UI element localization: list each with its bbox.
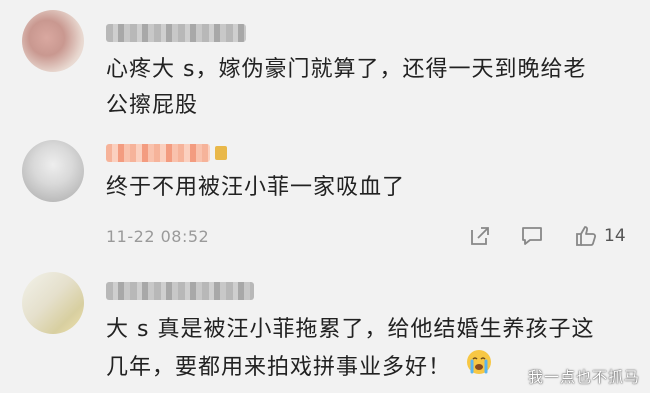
username[interactable]: ████████ <box>106 144 210 162</box>
comment-icon <box>522 227 542 245</box>
share-icon <box>471 227 489 245</box>
vip-badge-icon <box>215 146 227 160</box>
comment-text: 心疼大 s，嫁伪豪门就算了，还得一天到晚给老 公擦屁股 <box>106 52 636 124</box>
comment-item: ████████ 终于不用被汪小菲一家吸血了 11-22 08:52 14 <box>0 130 650 260</box>
comment-text-line: 心疼大 s，嫁伪豪门就算了，还得一天到晚给老 <box>106 57 587 82</box>
like-count: 14 <box>604 226 626 246</box>
crying-face-icon <box>465 348 493 388</box>
comment-text-line: 公擦屁股 <box>106 93 199 118</box>
comment-button[interactable] <box>520 225 544 247</box>
avatar[interactable] <box>22 272 84 334</box>
like-icon <box>576 226 597 246</box>
comment-text: 终于不用被汪小菲一家吸血了 <box>106 175 406 200</box>
avatar[interactable] <box>22 140 84 202</box>
like-button[interactable]: 14 <box>574 224 626 248</box>
avatar[interactable] <box>22 10 84 72</box>
comment-item: █████████ 心疼大 s，嫁伪豪门就算了，还得一天到晚给老 公擦屁股 <box>0 0 650 130</box>
comment-text-segment: 几年，要都用来拍戏拼事业多好！ <box>106 355 452 380</box>
comment-timestamp: 11-22 08:52 <box>106 227 210 246</box>
username[interactable]: █████████ <box>106 24 246 42</box>
watermark: 我一点也不抓马 <box>527 368 640 386</box>
username[interactable]: █████████ <box>106 282 254 300</box>
share-button[interactable] <box>469 225 491 247</box>
comment-text-line: 大 s 真是被汪小菲拖累了，给他结婚生养孩子这 <box>106 317 595 342</box>
